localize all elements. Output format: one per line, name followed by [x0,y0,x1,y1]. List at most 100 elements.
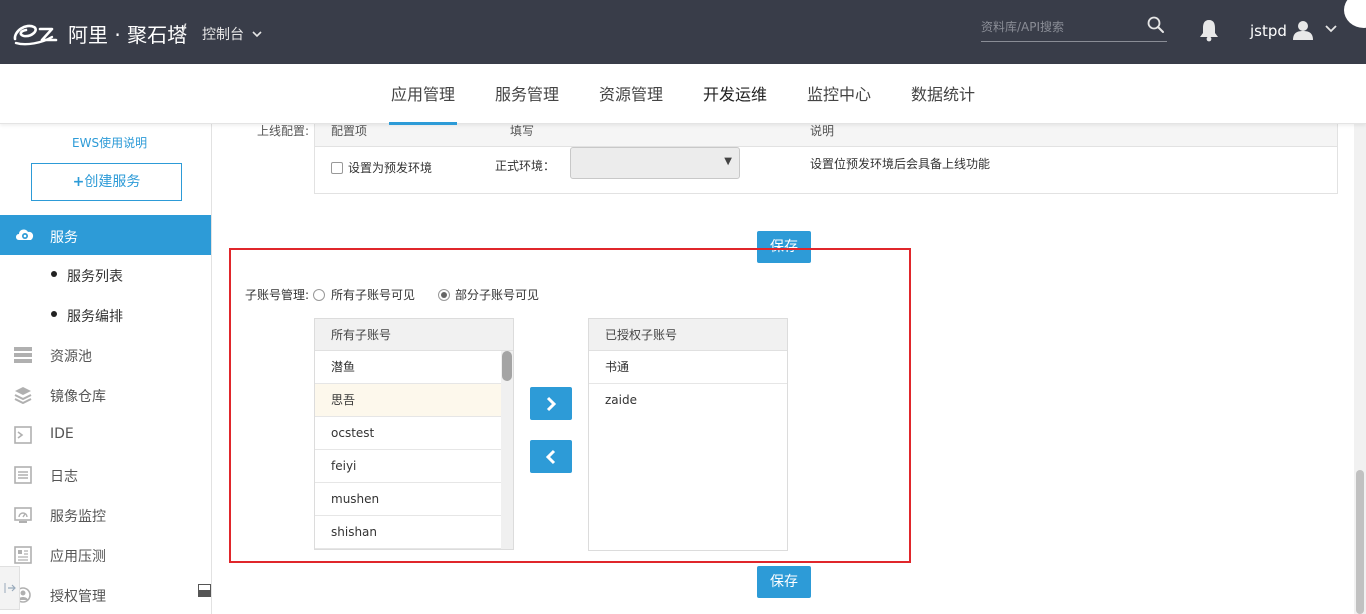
list-item[interactable]: zaide [589,384,787,417]
save-button-bottom[interactable]: 保存 [757,566,811,598]
list-item[interactable]: 书通 [589,351,787,384]
breadcrumb-separator: / [180,20,187,42]
sidebar-subitem-service-orchestration[interactable]: 服务编排 [0,295,211,335]
sidebar-item-label: 资源池 [50,349,92,365]
tab-devops[interactable]: 开发运维 [701,64,769,124]
config-description: 设置位预发环境后会具备上线功能 [810,157,991,171]
monitor-icon [14,507,32,523]
collapse-sidebar-icon[interactable] [198,584,211,597]
remove-subaccount-button[interactable] [530,440,572,473]
corner-decoration [1344,0,1366,28]
expand-arrow-icon [4,583,16,593]
sidebar-item-label: IDE [50,426,74,442]
config-table-header: 配置项 填写 说明 [315,124,1337,147]
sidebar-item-label: 应用压测 [50,549,106,565]
pressure-test-icon [14,546,32,564]
column-header: 填写 [510,124,535,138]
terminal-icon [14,426,32,444]
sidebar-item-service-monitor[interactable]: 服务监控 [0,495,211,535]
alibaba-logo[interactable] [12,18,66,48]
chevron-right-icon [546,396,557,411]
create-service-button[interactable]: +创建服务 [31,163,182,201]
sidebar-item-resource-pool[interactable]: 资源池 [0,335,211,375]
radio-partial-subaccounts[interactable] [438,289,450,301]
sidebar-item-label: 镜像仓库 [50,389,106,405]
user-icon[interactable] [1292,19,1314,41]
alibaba-logo-icon [13,24,58,46]
list-item[interactable]: feiyi [315,450,513,483]
console-dropdown[interactable]: 控制台 [202,24,262,44]
list-scrollbar-thumb[interactable] [502,351,512,381]
config-table: 配置项 填写 说明 设置为预发环境 正式环境： ▼ 设置位预发环境后会具备上线功… [314,124,1338,194]
tab-app-management[interactable]: 应用管理 [389,64,457,125]
top-bar: 阿里 · 聚石塔 / 控制台 jstpd [0,0,1366,64]
page-scrollbar-thumb[interactable] [1356,470,1364,614]
sidebar-subitem-label: 服务列表 [67,269,123,285]
pre-env-checkbox[interactable] [331,162,343,174]
main-nav: 应用管理 服务管理 资源管理 开发运维 监控中心 数据统计 [0,64,1366,125]
sidebar-subitem-label: 服务编排 [67,309,123,325]
sidebar-item-auth-management[interactable]: 授权管理 [0,575,211,614]
main-content: 上线配置: 配置项 填写 说明 设置为预发环境 正式环境： ▼ 设置位预发环境后… [212,124,1354,614]
username[interactable]: jstpd [1250,22,1287,40]
list-item[interactable]: shishan [315,516,513,549]
sidebar-item-ide[interactable]: IDE [0,415,211,455]
online-config-label: 上线配置: [257,124,310,138]
chevron-down-icon [252,30,262,37]
plus-icon: + [72,174,85,190]
sidebar-item-label: 服务 [50,230,78,246]
tab-monitoring-center[interactable]: 监控中心 [805,64,873,124]
tab-data-statistics[interactable]: 数据统计 [909,64,977,124]
console-label: 控制台 [202,27,244,43]
radio-all-subaccounts[interactable] [313,289,325,301]
chevron-down-icon[interactable] [1325,25,1337,33]
sidebar-item-image-repo[interactable]: 镜像仓库 [0,375,211,415]
search-input[interactable] [981,14,1131,40]
page-scrollbar[interactable] [1354,124,1366,614]
sidebar-item-label: 服务监控 [50,509,106,525]
env-select[interactable]: ▼ [570,147,740,179]
env-label: 正式环境： [495,159,556,173]
brand-title: 阿里 · 聚石塔 [68,23,188,47]
sidebar-item-app-pressure-test[interactable]: 应用压测 [0,535,211,575]
sidebar-item-service[interactable]: 服务 [0,215,211,255]
sidebar: EWS使用说明 +创建服务 服务 服务列表 服务编排 资源池 镜像仓库 IDE [0,124,212,614]
cloud-gear-icon [16,229,34,240]
column-header: 说明 [810,124,835,138]
search-box[interactable] [981,14,1167,42]
authorized-subaccounts-list: 已授权子账号 书通 zaide [588,318,788,551]
layers-icon [14,387,32,404]
bell-icon[interactable] [1198,18,1220,42]
all-subaccounts-list: 所有子账号 潜鱼 思吾 ocstest feiyi mushen shishan [314,318,514,550]
bullet-icon [51,271,57,277]
list-scrollbar[interactable] [501,351,513,549]
bullet-icon [51,311,57,317]
column-header: 配置项 [331,124,368,138]
list-item[interactable]: ocstest [315,417,513,450]
list-header: 已授权子账号 [589,319,787,351]
tab-service-management[interactable]: 服务管理 [493,64,561,124]
tab-resource-management[interactable]: 资源管理 [597,64,665,124]
list-item[interactable]: mushen [315,483,513,516]
config-table-row: 设置为预发环境 正式环境： ▼ 设置位预发环境后会具备上线功能 [315,147,1337,193]
storage-icon [14,347,32,363]
ews-guide-link[interactable]: EWS使用说明 [72,134,147,151]
log-icon [14,466,32,484]
sidebar-item-label: 日志 [50,469,78,485]
list-item[interactable]: 思吾 [315,384,513,417]
sidebar-item-label: 授权管理 [50,589,106,605]
list-header: 所有子账号 [315,319,513,351]
radio-partial-subaccounts-label[interactable]: 部分子账号可见 [455,286,539,303]
search-icon[interactable] [1147,16,1165,34]
subaccount-label: 子账号管理: [245,288,310,302]
sidebar-toggle-handle[interactable] [0,566,20,610]
sidebar-subitem-service-list[interactable]: 服务列表 [0,255,211,295]
sidebar-item-log[interactable]: 日志 [0,455,211,495]
add-subaccount-button[interactable] [530,387,572,420]
pre-env-checkbox-label[interactable]: 设置为预发环境 [348,159,432,176]
radio-all-subaccounts-label[interactable]: 所有子账号可见 [331,286,415,303]
chevron-left-icon [545,449,556,464]
create-service-label: 创建服务 [84,174,141,190]
list-item[interactable]: 潜鱼 [315,351,513,384]
caret-down-icon: ▼ [724,156,732,167]
